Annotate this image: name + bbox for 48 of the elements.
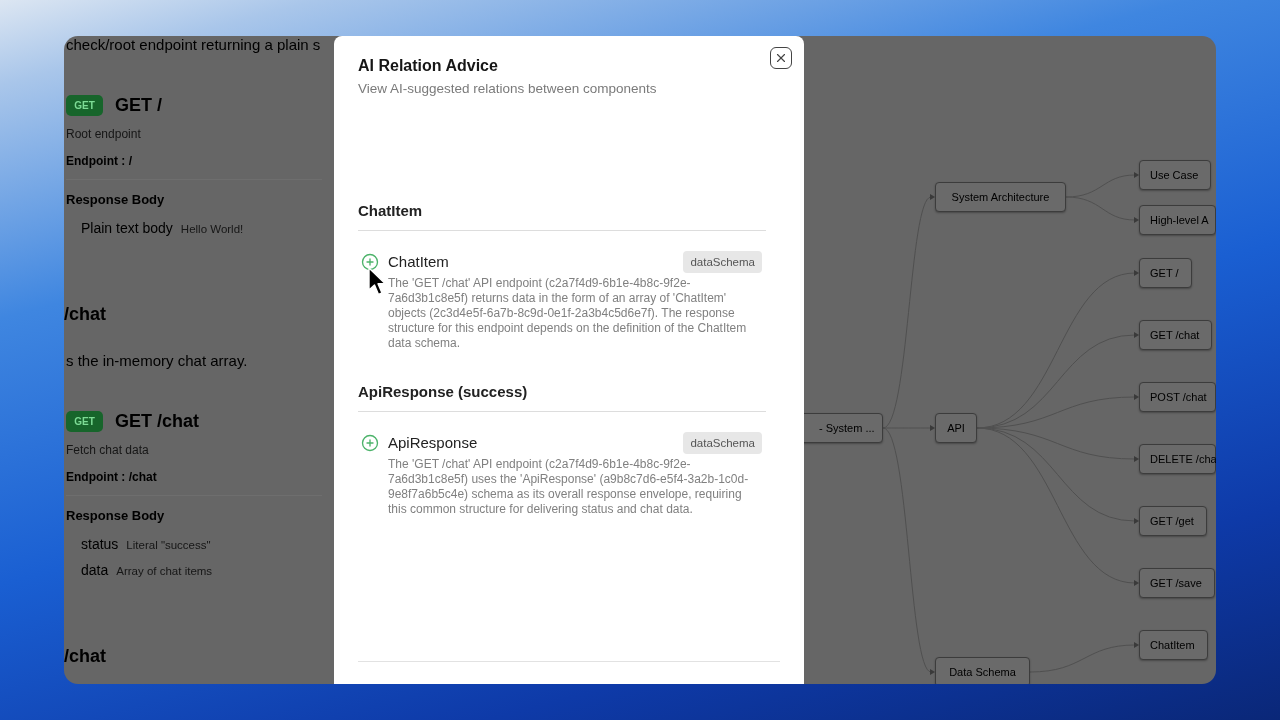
- diagram-node[interactable]: GET /get: [1139, 506, 1207, 536]
- relation-description: The 'GET /chat' API endpoint (c2a7f4d9-6b1e-4b8c-9f2e-7a6d3b1c8e5f) returns data in the form of an array of 'ChatItem' objects (2c3d4e5f-6a7b-8c9d-0e1f-2a3b4c5d6e7f). The response structure for this endpoint depends on the definition of the ChatItem data schema.: [388, 276, 748, 351]
- body-text: check/root endpoint returning a plain s: [66, 36, 321, 54]
- section-heading: /chat: [64, 303, 106, 326]
- diagram-node[interactable]: System Architecture: [935, 182, 1066, 212]
- response-body-heading: Response Body: [66, 507, 165, 525]
- section-title: ChatItem: [358, 201, 423, 221]
- diagram-node[interactable]: ChatItem: [1139, 630, 1208, 660]
- section-heading: /chat: [64, 645, 106, 668]
- endpoint-path: Endpoint : /: [66, 153, 132, 169]
- response-body-heading: Response Body: [66, 191, 165, 209]
- diagram-node[interactable]: High-level A: [1139, 205, 1216, 235]
- dialog-subtitle: View AI-suggested relations between components: [358, 80, 657, 98]
- mouse-pointer-icon: [368, 267, 386, 296]
- section-title: ApiResponse (success): [358, 382, 528, 402]
- field-name: status: [81, 535, 119, 554]
- endpoint-title: GET /chat: [115, 410, 199, 432]
- diagram-node[interactable]: GET /save: [1139, 568, 1215, 598]
- field-detail: Literal "success": [126, 538, 211, 553]
- field-detail: Hello World!: [180, 222, 244, 237]
- diagram-node[interactable]: GET /chat: [1139, 320, 1213, 350]
- plus-circle-icon[interactable]: [361, 253, 379, 271]
- endpoint-title: GET /: [115, 94, 162, 116]
- diagram-node[interactable]: POST /chat: [1139, 382, 1216, 412]
- field-name: Plain text body: [81, 219, 173, 238]
- relation-description: The 'GET /chat' API endpoint (c2a7f4d9-6b1e-4b8c-9f2e-7a6d3b1c8e5f) uses the 'ApiResponse' (a9b8c7d6-e5f4-3a2b-1c0d-9e8f7a6b5c4e) schema as its overall response envelope, requiring this common structure for delivering status and chat data.: [388, 457, 750, 517]
- diagram-node[interactable]: Use Case: [1139, 160, 1212, 190]
- diagram-node[interactable]: Data Schema: [935, 657, 1030, 684]
- close-button[interactable]: [770, 47, 792, 69]
- dialog-title: AI Relation Advice: [358, 56, 498, 76]
- relation-name: ChatItem: [388, 252, 449, 272]
- body-text: s the in-memory chat array.: [66, 352, 248, 370]
- field-name: data: [81, 561, 109, 580]
- field-detail: Array of chat items: [116, 564, 213, 579]
- plus-circle-icon[interactable]: [361, 434, 379, 452]
- endpoint-description: Root endpoint: [66, 126, 141, 142]
- diagram-node[interactable]: DELETE /cha: [1139, 444, 1216, 474]
- diagram-node[interactable]: - System ...: [804, 413, 883, 443]
- endpoint-path: Endpoint : /chat: [66, 469, 157, 485]
- endpoint-description: Fetch chat data: [66, 442, 149, 458]
- schema-tag: dataSchema: [683, 432, 762, 454]
- diagram-node[interactable]: API: [935, 413, 977, 443]
- method-tag: GET: [66, 94, 103, 116]
- relation-name: ApiResponse: [388, 433, 478, 453]
- diagram-node[interactable]: GET /: [1139, 258, 1192, 288]
- close-icon: [774, 51, 788, 65]
- method-tag: GET: [66, 410, 103, 432]
- schema-tag: dataSchema: [683, 251, 762, 273]
